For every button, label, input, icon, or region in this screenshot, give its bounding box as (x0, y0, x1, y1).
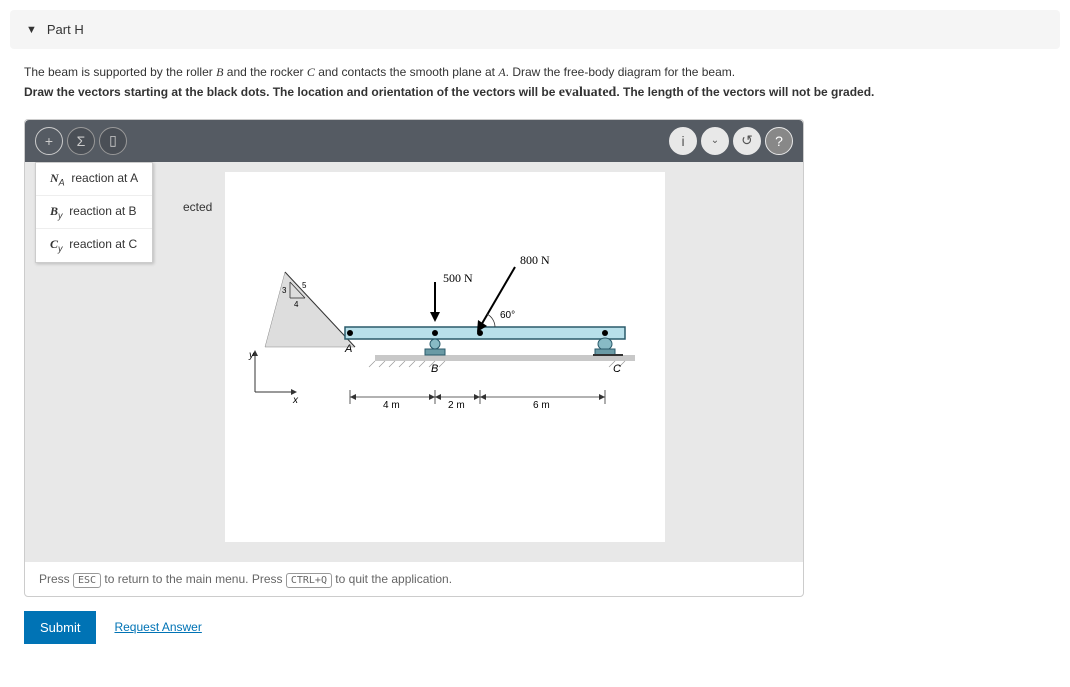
part-title: Part H (47, 22, 84, 37)
delete-button[interactable]: ▯ (99, 127, 127, 155)
caret-down-icon: ▼ (26, 24, 37, 36)
sym: N (50, 171, 59, 185)
submit-button[interactable]: Submit (24, 611, 96, 644)
dropdown-item-na[interactable]: NA reaction at A (36, 163, 152, 196)
problem-statement: The beam is supported by the roller B an… (24, 63, 1046, 105)
text: Draw the vectors starting at the black d… (24, 85, 555, 99)
drawing-workspace: + Σ ▯ i ⌄ ↺ ? NA reaction at A By reacti… (24, 119, 804, 597)
sym-a: A (498, 65, 505, 79)
text: The beam is supported by the roller (24, 65, 216, 79)
dropdown-item-cy[interactable]: Cy reaction at C (36, 229, 152, 261)
reset-button[interactable]: ↺ (733, 127, 761, 155)
label: reaction at C (69, 237, 137, 251)
sub: y (58, 244, 63, 254)
force-800n: 800 N (520, 253, 550, 267)
help-button[interactable]: ? (765, 127, 793, 155)
text: . Draw the free-body diagram for the bea… (506, 65, 735, 79)
point-b: B (431, 363, 438, 375)
sub: A (59, 177, 65, 187)
dim-4m: 4 m (383, 400, 400, 411)
toolbar: + Σ ▯ i ⌄ ↺ ? (25, 120, 803, 162)
axis-y-label: y (248, 350, 255, 361)
overlay-evaluated: evaluated (559, 82, 617, 104)
text: and contacts the smooth plane at (315, 65, 498, 79)
sym: C (50, 237, 58, 251)
angle-60: 60° (500, 310, 515, 321)
vector-dropdown: NA reaction at A By reaction at B Cy rea… (35, 162, 153, 263)
force-500n: 500 N (443, 271, 473, 285)
part-header[interactable]: ▼ Part H (10, 10, 1060, 49)
label: reaction at B (69, 204, 136, 218)
text: . The length of the vectors will not be … (616, 85, 874, 99)
label: reaction at A (71, 171, 138, 185)
text: and the rocker (223, 65, 306, 79)
sym: B (50, 204, 58, 218)
text: to return to the main menu. Press (101, 572, 286, 586)
text: to quit the application. (332, 572, 452, 586)
actions: Submit Request Answer (24, 611, 1046, 644)
add-vector-button[interactable]: + (35, 127, 63, 155)
slope-3: 3 (282, 286, 287, 295)
request-answer-link[interactable]: Request Answer (114, 620, 201, 634)
sub: y (58, 210, 63, 220)
ected-fragment: ected (183, 200, 212, 214)
sym-c: C (307, 65, 315, 79)
key-ctrlq: CTRL+Q (286, 573, 332, 588)
footer-hint: Press ESC to return to the main menu. Pr… (25, 562, 803, 596)
axis-x-label: x (292, 395, 299, 406)
sum-button[interactable]: Σ (67, 127, 95, 155)
key-esc: ESC (73, 573, 101, 588)
diagram: y x 3 4 5 (225, 172, 665, 542)
dropdown-item-by[interactable]: By reaction at B (36, 196, 152, 229)
diagram-svg: y x 3 4 5 (225, 172, 665, 542)
dropdown-button[interactable]: ⌄ (701, 127, 729, 155)
dim-2m: 2 m (448, 400, 465, 411)
info-button[interactable]: i (669, 127, 697, 155)
point-a: A (344, 343, 352, 355)
slope-5: 5 (302, 281, 307, 290)
point-c: C (613, 363, 621, 375)
canvas[interactable]: NA reaction at A By reaction at B Cy rea… (25, 162, 803, 562)
dim-6m: 6 m (533, 400, 550, 411)
slope-4: 4 (294, 300, 299, 309)
text: Press (39, 572, 73, 586)
